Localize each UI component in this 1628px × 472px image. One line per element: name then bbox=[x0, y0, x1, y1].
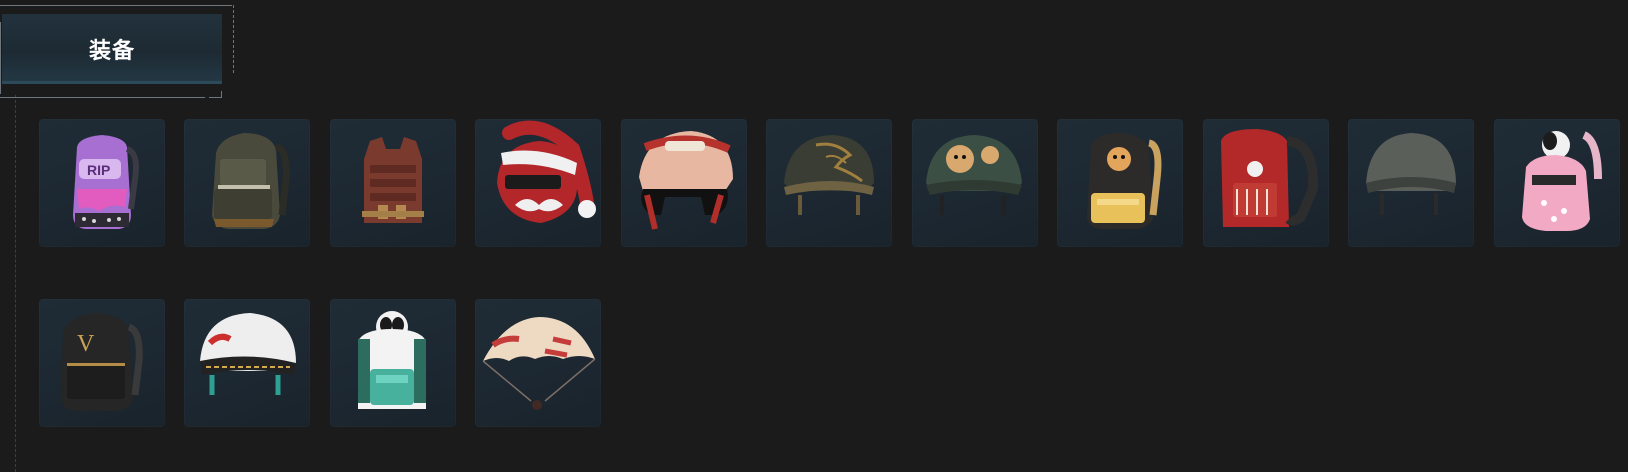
brown-vest-icon bbox=[362, 137, 424, 223]
white-pattern-helmet-icon bbox=[200, 313, 296, 395]
frame-right bbox=[233, 5, 234, 73]
red-backpack-icon bbox=[1221, 129, 1319, 227]
item-slot-11[interactable] bbox=[1494, 119, 1620, 247]
svg-text:V: V bbox=[77, 331, 95, 357]
item-slot-14[interactable] bbox=[330, 299, 456, 427]
black-gold-backpack-icon: V bbox=[61, 313, 143, 411]
frame-bottom bbox=[0, 97, 205, 98]
item-slot-1[interactable]: RIP bbox=[39, 119, 165, 247]
item-slot-7[interactable] bbox=[912, 119, 1038, 247]
pink-puppy-backpack-icon bbox=[1522, 131, 1602, 231]
item-slot-2[interactable] bbox=[184, 119, 310, 247]
item-slot-3[interactable] bbox=[330, 119, 456, 247]
item-slot-15[interactable] bbox=[475, 299, 601, 427]
item-slot-5[interactable] bbox=[621, 119, 747, 247]
guide-line bbox=[15, 95, 16, 472]
item-slot-9[interactable] bbox=[1203, 119, 1329, 247]
item-slot-4[interactable] bbox=[475, 119, 601, 247]
shiba-backpack-icon bbox=[1087, 133, 1162, 229]
item-slot-6[interactable] bbox=[766, 119, 892, 247]
racing-helmet-icon bbox=[639, 131, 733, 230]
dragon-helmet-icon bbox=[784, 135, 874, 215]
santa-helmet-icon bbox=[497, 120, 596, 223]
item-slot-12[interactable]: V bbox=[39, 299, 165, 427]
parachute-icon bbox=[482, 317, 596, 410]
svg-text:RIP: RIP bbox=[87, 162, 110, 178]
item-slot-13[interactable] bbox=[184, 299, 310, 427]
panda-backpack-icon bbox=[358, 311, 426, 409]
military-backpack-icon bbox=[212, 133, 290, 229]
frame-top bbox=[0, 5, 232, 6]
gray-helmet-icon bbox=[1366, 133, 1456, 215]
graffiti-backpack-icon: RIP bbox=[73, 135, 139, 229]
frame-left bbox=[0, 22, 1, 94]
header-tab[interactable]: 装备 bbox=[0, 5, 234, 98]
corgi-helmet-icon bbox=[926, 135, 1022, 215]
item-slot-8[interactable] bbox=[1057, 119, 1183, 247]
item-slot-10[interactable] bbox=[1348, 119, 1474, 247]
corner-notch bbox=[209, 91, 222, 98]
header-title: 装备 bbox=[88, 39, 135, 64]
